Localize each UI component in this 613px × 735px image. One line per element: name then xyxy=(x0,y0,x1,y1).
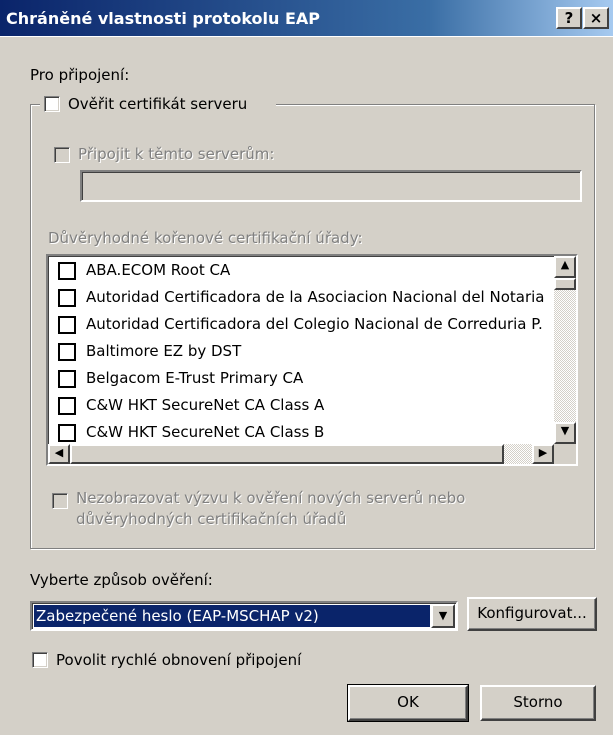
ok-button[interactable]: OK xyxy=(347,684,469,722)
list-item-label: Belgacom E-Trust Primary CA xyxy=(86,369,304,387)
list-item-checkbox[interactable] xyxy=(58,424,76,442)
connect-servers-checkbox xyxy=(54,147,70,163)
horizontal-scroll-thumb[interactable] xyxy=(70,444,504,464)
list-item-checkbox[interactable] xyxy=(58,343,76,361)
verify-cert-label[interactable]: Ověřit certifikát serveru xyxy=(68,95,247,113)
list-item-checkbox[interactable] xyxy=(58,397,76,415)
auth-method-label: Vyberte způsob ověření: xyxy=(30,571,213,589)
no-prompt-checkbox xyxy=(52,493,68,509)
close-button[interactable]: × xyxy=(583,7,609,29)
list-item-label: Autoridad Certificadora de la Asociacion… xyxy=(86,288,545,306)
connection-label: Pro připojení: xyxy=(30,66,130,84)
scroll-down-icon[interactable]: ▼ xyxy=(554,422,576,444)
horizontal-scrollbar[interactable]: ◀ ▶ xyxy=(48,444,554,464)
chevron-down-icon[interactable]: ▼ xyxy=(431,604,455,628)
window-title: Chráněné vlastnosti protokolu EAP xyxy=(6,9,321,28)
vertical-scrollbar[interactable]: ▲ ▼ xyxy=(554,256,576,444)
no-prompt-label-line1: Nezobrazovat výzvu k ověření nových serv… xyxy=(76,489,466,507)
servers-field xyxy=(80,170,582,202)
no-prompt-label-line2: důvěryhodných certifikačních úřadů xyxy=(76,510,347,528)
scroll-left-icon[interactable]: ◀ xyxy=(48,444,70,464)
fast-reconnect-checkbox[interactable] xyxy=(32,652,48,668)
scroll-up-icon[interactable]: ▲ xyxy=(554,256,576,278)
trusted-roots-label: Důvěryhodné kořenové certifikační úřady: xyxy=(48,229,363,247)
connect-servers-label: Připojit k těmto serverům: xyxy=(78,145,275,163)
list-item-label: Autoridad Certificadora del Colegio Naci… xyxy=(86,315,543,333)
vertical-scroll-thumb[interactable] xyxy=(554,278,576,290)
list-item-label: C&W HKT SecureNet CA Class A xyxy=(86,396,325,414)
auth-method-selected[interactable]: Zabezpečené heslo (EAP-MSCHAP v2) xyxy=(34,605,430,627)
list-item-checkbox[interactable] xyxy=(58,370,76,388)
trusted-roots-list[interactable]: ABA.ECOM Root CA Autoridad Certificadora… xyxy=(46,254,578,466)
auth-method-select[interactable]: Zabezpečené heslo (EAP-MSCHAP v2) ▼ xyxy=(30,601,458,631)
scroll-right-icon[interactable]: ▶ xyxy=(532,444,554,464)
list-item-checkbox[interactable] xyxy=(58,289,76,307)
title-bar: Chráněné vlastnosti protokolu EAP ? × xyxy=(0,0,613,37)
configure-button[interactable]: Konfigurovat... xyxy=(467,597,597,631)
list-item-checkbox[interactable] xyxy=(58,316,76,334)
list-item-label: C&W HKT SecureNet CA Class B xyxy=(86,423,325,441)
list-item-checkbox[interactable] xyxy=(58,262,76,280)
scrollbar-corner xyxy=(554,444,576,464)
list-item-label: ABA.ECOM Root CA xyxy=(86,261,231,279)
cancel-button[interactable]: Storno xyxy=(480,685,596,721)
verify-cert-checkbox[interactable] xyxy=(44,96,60,112)
list-item-label: Baltimore EZ by DST xyxy=(86,342,242,360)
help-button[interactable]: ? xyxy=(556,7,582,29)
fast-reconnect-label[interactable]: Povolit rychlé obnovení připojení xyxy=(56,651,301,669)
